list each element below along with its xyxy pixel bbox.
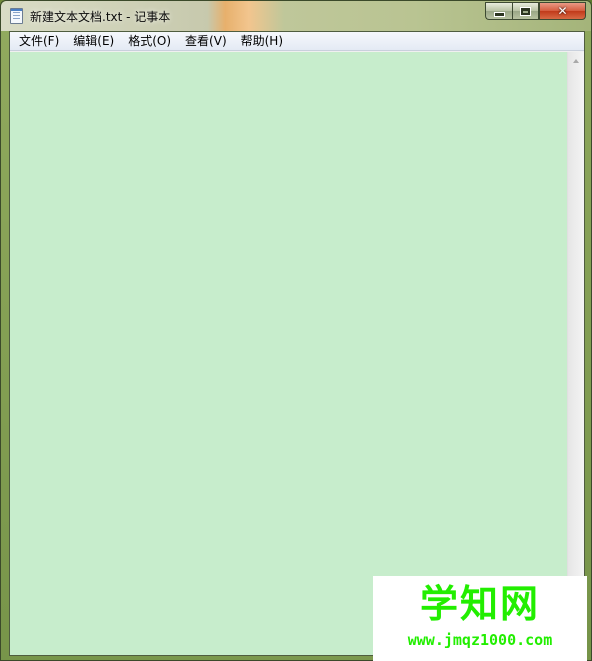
text-editor[interactable] <box>10 52 567 655</box>
menu-help[interactable]: 帮助(H) <box>234 32 290 50</box>
window-title: 新建文本文档.txt - 记事本 <box>30 10 171 24</box>
watermark-url: www.jmqz1000.com <box>407 631 553 649</box>
notepad-icon[interactable] <box>10 8 23 24</box>
scroll-up-button[interactable] <box>568 52 584 69</box>
caption-buttons: ✕ <box>485 2 586 21</box>
title-bar[interactable]: 新建文本文档.txt - 记事本 ✕ <box>1 1 591 31</box>
menu-bar: 文件(F) 编辑(E) 格式(O) 查看(V) 帮助(H) <box>10 32 584 51</box>
client-area: 文件(F) 编辑(E) 格式(O) 查看(V) 帮助(H) <box>9 31 585 656</box>
maximize-button[interactable] <box>512 2 539 20</box>
notepad-window: 新建文本文档.txt - 记事本 ✕ 文件(F) 编辑(E) 格式(O) 查看(… <box>0 0 592 661</box>
close-button[interactable]: ✕ <box>539 2 586 20</box>
chevron-up-icon <box>573 58 579 63</box>
menu-format[interactable]: 格式(O) <box>121 32 178 50</box>
close-icon: ✕ <box>557 4 568 18</box>
menu-file[interactable]: 文件(F) <box>12 32 66 50</box>
minimize-button[interactable] <box>485 2 512 20</box>
watermark: 学知网 www.jmqz1000.com <box>373 576 587 661</box>
menu-edit[interactable]: 编辑(E) <box>66 32 121 50</box>
menu-view[interactable]: 查看(V) <box>178 32 234 50</box>
minimize-icon <box>493 11 505 17</box>
vertical-scrollbar[interactable] <box>567 52 584 655</box>
maximize-icon <box>520 6 531 16</box>
watermark-title: 学知网 <box>419 582 540 626</box>
